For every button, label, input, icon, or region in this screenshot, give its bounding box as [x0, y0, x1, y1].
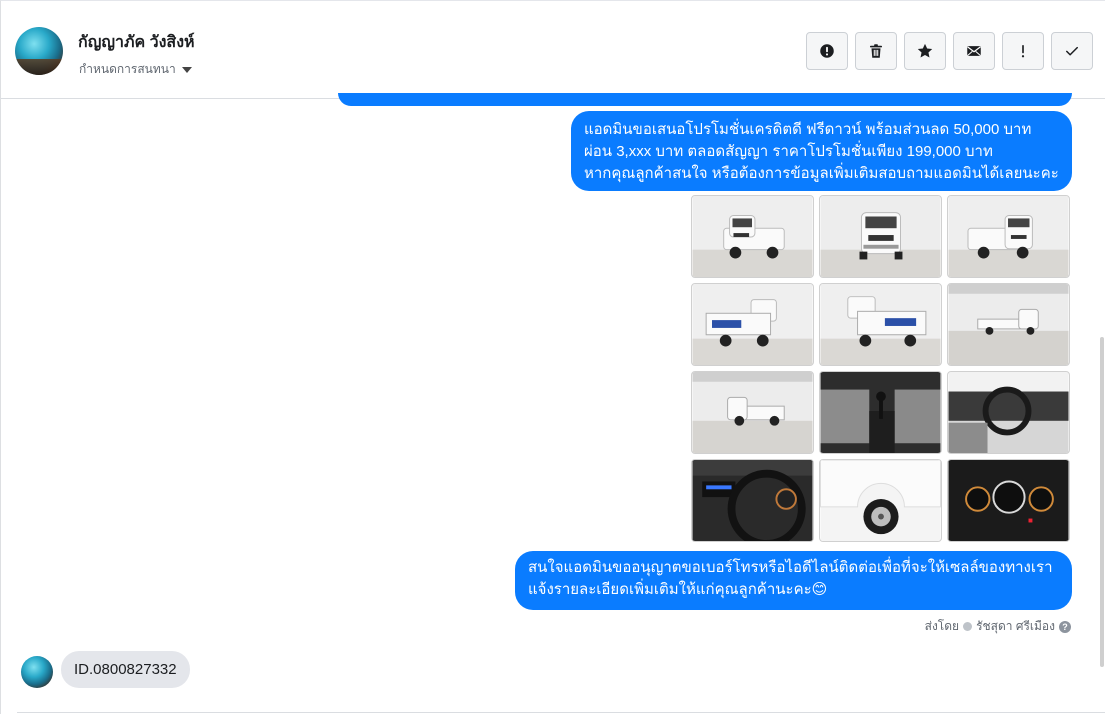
truck-photo: [948, 196, 1069, 277]
sender-avatar[interactable]: [21, 656, 53, 688]
spam-button[interactable]: [806, 32, 848, 70]
photo-truck-side-left[interactable]: [691, 371, 814, 454]
photo-wheel-closeup[interactable]: [819, 459, 942, 542]
assign-label: กำหนดการสนทนา: [79, 62, 176, 76]
conversation-header: กัญญาภัค วังสิงห์ กำหนดการสนทนา: [1, 1, 1105, 99]
check-icon: [1066, 46, 1078, 56]
photo-steering-gauges[interactable]: [691, 459, 814, 542]
sent-by-name[interactable]: รัชสุดา ศรีเมือง: [976, 617, 1055, 636]
photo-grid: [691, 195, 1071, 542]
photo-truck-front-left[interactable]: [691, 195, 814, 278]
exterior-photo: [820, 460, 941, 541]
photo-truck-rear-left[interactable]: [691, 283, 814, 366]
sent-by-info: ส่งโดย รัชสุดา ศรีเมือง ?: [925, 617, 1071, 636]
photo-dashboard-steering[interactable]: [947, 371, 1070, 454]
contact-name[interactable]: กัญญาภัค วังสิงห์: [78, 30, 195, 55]
truck-photo: [692, 372, 813, 453]
previous-message-bubble: [338, 93, 1072, 106]
interior-photo: [948, 372, 1069, 453]
truck-photo: [820, 196, 941, 277]
conversation-panel: กัญญาภัค วังสิงห์ กำหนดการสนทนา แอดมินขอ…: [0, 0, 1105, 714]
contact-avatar[interactable]: [15, 27, 63, 75]
star-button[interactable]: [904, 32, 946, 70]
photo-seat-gear-lever[interactable]: [819, 371, 942, 454]
alert-circle-icon: [820, 44, 834, 58]
message-line: หากคุณลูกค้าสนใจ หรือต้องการข้อมูลเพิ่มเ…: [584, 165, 1059, 182]
truck-photo: [692, 196, 813, 277]
interior-photo: [820, 372, 941, 453]
done-button[interactable]: [1051, 32, 1093, 70]
promo-message-bubble[interactable]: แอดมินขอเสนอโปรโมชั่นเครดิตดี ฟรีดาวน์ พ…: [571, 111, 1072, 191]
envelope-icon: [967, 46, 981, 56]
sent-by-label: ส่งโดย: [924, 619, 960, 633]
truck-photo: [948, 284, 1069, 365]
photo-truck-front[interactable]: [819, 195, 942, 278]
request-contact-message-bubble[interactable]: สนใจแอดมินขออนุญาตขอเบอร์โทรหรือไอดีไลน์…: [515, 551, 1072, 610]
delete-button[interactable]: [855, 32, 897, 70]
message-line: สนใจแอดมินขออนุญาตขอเบอร์โทรหรือไอดีไลน์…: [528, 559, 1053, 576]
interior-photo: [692, 460, 813, 541]
message-line: ผ่อน 3,xxx บาท ตลอดสัญญา ราคาโปรโมชั่นเพ…: [584, 143, 993, 160]
conversation-toolbar: [806, 32, 1093, 70]
exclamation-icon: [1021, 45, 1025, 58]
agent-status-icon: [963, 622, 973, 631]
interior-photo: [948, 460, 1069, 541]
trash-icon: [870, 44, 882, 58]
star-icon: [917, 43, 933, 58]
help-icon[interactable]: ?: [1059, 620, 1071, 633]
photo-truck-rear-right[interactable]: [819, 283, 942, 366]
photo-instrument-cluster[interactable]: [947, 459, 1070, 542]
mark-unread-button[interactable]: [953, 32, 995, 70]
incoming-message-bubble[interactable]: ID.0800827332: [61, 651, 190, 688]
photo-truck-front-right[interactable]: [947, 195, 1070, 278]
message-line: แจ้งรายละเอียดเพิ่มเติมให้แก่คุณลูกค้านะ…: [528, 581, 828, 598]
caret-down-icon: [181, 67, 192, 73]
photo-truck-side-right[interactable]: [947, 283, 1070, 366]
truck-photo: [820, 284, 941, 365]
message-line: แอดมินขอเสนอโปรโมชั่นเครดิตดี ฟรีดาวน์ พ…: [584, 121, 1032, 138]
follow-up-button[interactable]: [1002, 32, 1044, 70]
scrollbar[interactable]: [1100, 337, 1104, 667]
truck-photo: [692, 284, 813, 365]
assign-conversation-dropdown[interactable]: กำหนดการสนทนา: [79, 60, 192, 79]
